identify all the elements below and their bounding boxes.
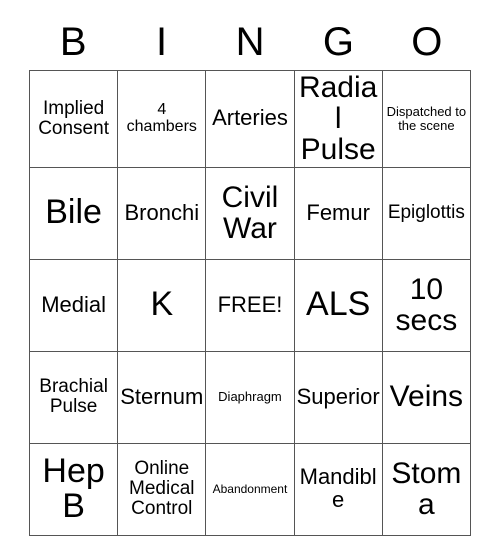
table-row: Bile Bronchi Civil War Femur Epiglottis <box>28 166 472 260</box>
bingo-cell-label: Hep B <box>42 451 105 526</box>
bingo-cell-label: ALS <box>306 285 371 324</box>
bingo-cell-label: Implied Consent <box>38 98 109 139</box>
bingo-cell-label: Superior <box>296 383 380 409</box>
bingo-card: B I N G O Implied Consent 4 chambers Art… <box>0 0 500 544</box>
bingo-header-letter-o: O <box>411 20 443 64</box>
bingo-cell-n1[interactable]: Arteries <box>205 70 295 168</box>
bingo-cell-free-space[interactable]: FREE! <box>205 258 295 352</box>
bingo-cell-n5[interactable]: Abandonment <box>205 442 295 536</box>
bingo-cell-n4[interactable]: Diaphragm <box>205 350 295 444</box>
bingo-cell-label: Bile <box>45 193 102 232</box>
bingo-cell-b4[interactable]: Brachial Pulse <box>28 350 119 444</box>
bingo-cell-label: Femur <box>306 199 370 225</box>
bingo-cell-i5[interactable]: Online Medical Control <box>117 442 207 536</box>
free-space-label: FREE! <box>217 291 283 317</box>
bingo-cell-label: Diaphragm <box>218 389 282 405</box>
bingo-cell-label: Brachial Pulse <box>39 376 108 418</box>
bingo-cell-label: Epiglottis <box>387 202 465 224</box>
bingo-cell-b1[interactable]: Implied Consent <box>28 70 119 168</box>
bingo-cell-i3[interactable]: K <box>117 258 207 352</box>
bingo-cell-label: Arteries <box>212 105 288 131</box>
bingo-cell-g2[interactable]: Femur <box>293 166 383 260</box>
bingo-cell-o3[interactable]: 10 secs <box>381 258 472 352</box>
bingo-cell-i4[interactable]: Sternum <box>117 350 207 444</box>
table-row: Brachial Pulse Sternum Diaphragm Superio… <box>28 350 472 444</box>
bingo-cell-label: Abandonment <box>212 481 288 496</box>
bingo-header-letter-i: I <box>156 20 168 64</box>
bingo-cell-b5[interactable]: Hep B <box>28 442 119 536</box>
bingo-cell-o1[interactable]: Dispatched to the scene <box>381 70 472 168</box>
bingo-cell-label: 4 chambers <box>126 101 197 135</box>
bingo-cell-label: Stoma <box>391 456 462 522</box>
bingo-cell-o4[interactable]: Veins <box>381 350 472 444</box>
bingo-cell-b3[interactable]: Medial <box>28 258 119 352</box>
bingo-header-letter-g: G <box>322 20 354 64</box>
bingo-cell-o5[interactable]: Stoma <box>381 442 472 536</box>
bingo-cell-label: Medial <box>41 291 106 317</box>
bingo-cell-n2[interactable]: Civil War <box>205 166 295 260</box>
bingo-cell-label: Sternum <box>120 383 204 409</box>
bingo-cell-g1[interactable]: Radial Pulse <box>293 70 383 168</box>
bingo-cell-label: K <box>150 285 174 324</box>
bingo-cell-o2[interactable]: Epiglottis <box>381 166 472 260</box>
bingo-cell-label: Dispatched to the scene <box>386 104 467 133</box>
bingo-cell-label: Veins <box>389 380 464 414</box>
bingo-header-row: B I N G O <box>29 14 471 70</box>
bingo-cell-label: Civil War <box>221 180 279 246</box>
bingo-cell-i2[interactable]: Bronchi <box>117 166 207 260</box>
table-row: Hep B Online Medical Control Abandonment… <box>28 442 472 536</box>
bingo-cell-g3[interactable]: ALS <box>293 258 383 352</box>
bingo-cell-b2[interactable]: Bile <box>28 166 119 260</box>
bingo-cell-label: 10 secs <box>395 272 458 338</box>
bingo-cell-g4[interactable]: Superior <box>293 350 383 444</box>
bingo-cell-i1[interactable]: 4 chambers <box>117 70 207 168</box>
bingo-cell-label: Radial Pulse <box>298 71 378 167</box>
bingo-cell-g5[interactable]: Mandible <box>293 442 383 536</box>
bingo-header-letter-n: N <box>235 20 265 64</box>
bingo-cell-label: Bronchi <box>124 199 200 225</box>
bingo-cell-label: Mandible <box>299 464 377 513</box>
bingo-grid: Implied Consent 4 chambers Arteries Radi… <box>28 70 472 536</box>
table-row: Medial K FREE! ALS 10 secs <box>28 258 472 352</box>
bingo-cell-label: Online Medical Control <box>129 458 195 519</box>
table-row: Implied Consent 4 chambers Arteries Radi… <box>28 70 472 168</box>
bingo-header-letter-b: B <box>59 20 87 64</box>
